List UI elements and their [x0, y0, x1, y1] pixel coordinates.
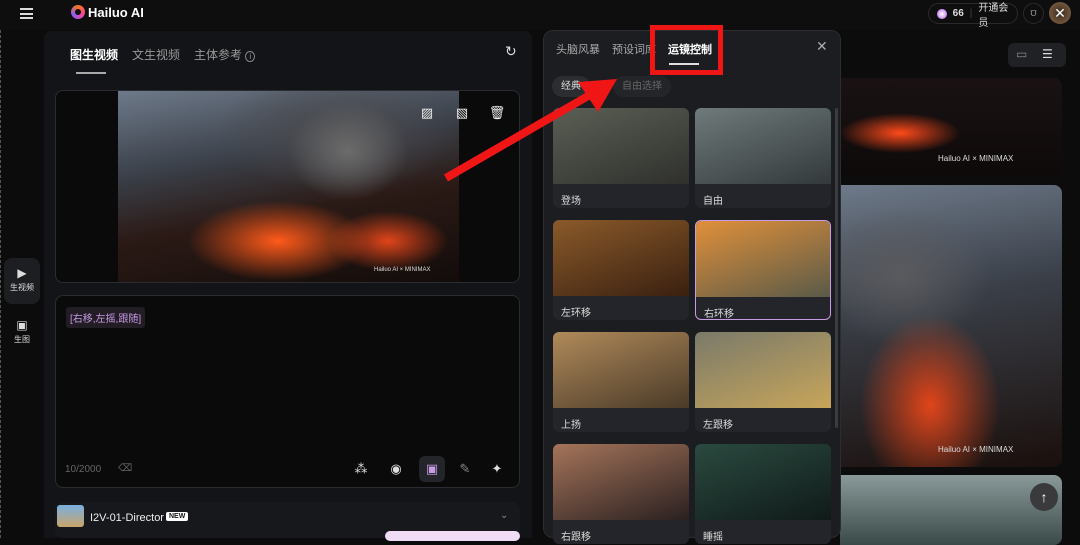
- annotation-arrow: [444, 79, 617, 182]
